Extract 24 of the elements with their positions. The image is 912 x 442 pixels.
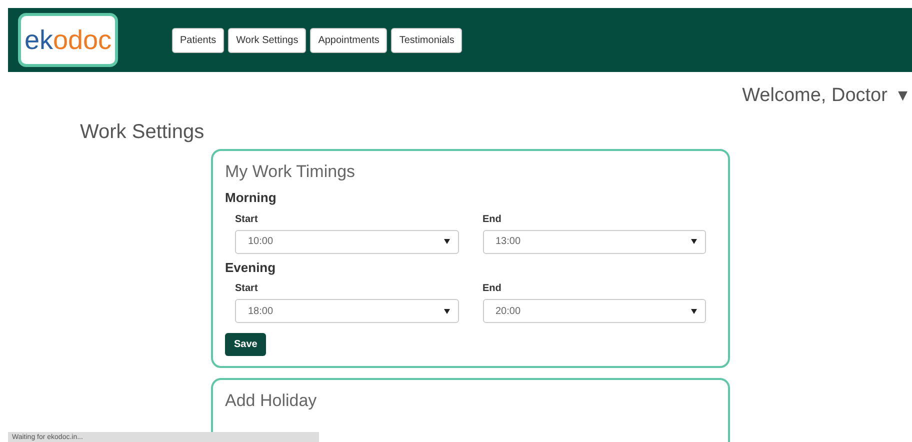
logo[interactable]: ekodoc — [18, 13, 118, 67]
nav-button[interactable]: Appointments — [310, 28, 388, 52]
dropdown-caret-icon — [444, 308, 450, 314]
nav-button[interactable]: Testimonials — [391, 28, 462, 52]
time-select[interactable]: 10:00 — [235, 230, 458, 254]
page-title: Work Settings — [80, 120, 206, 144]
time-select[interactable]: 18:00 — [235, 299, 458, 323]
time-select[interactable]: 13:00 — [482, 230, 706, 254]
nav-button[interactable]: Patients — [172, 28, 224, 52]
save-button[interactable]: Save — [225, 333, 266, 356]
card-title: Add Holiday — [225, 390, 318, 412]
field-label: End — [482, 282, 502, 296]
dropdown-caret-icon — [444, 239, 450, 244]
dropdown-caret-icon — [691, 308, 697, 314]
group-label: Morning — [225, 189, 278, 207]
group-label: Evening — [225, 258, 277, 277]
field-label: End — [482, 212, 502, 226]
field-label: Start — [235, 212, 259, 226]
field-label: Start — [235, 282, 259, 296]
card-title: My Work Timings — [225, 160, 356, 182]
nav-button[interactable]: Work Settings — [228, 28, 306, 52]
welcome-menu[interactable]: Welcome, Doctor ▾ — [742, 82, 908, 110]
dropdown-caret-icon — [691, 239, 697, 244]
time-select[interactable]: 20:00 — [482, 299, 706, 323]
